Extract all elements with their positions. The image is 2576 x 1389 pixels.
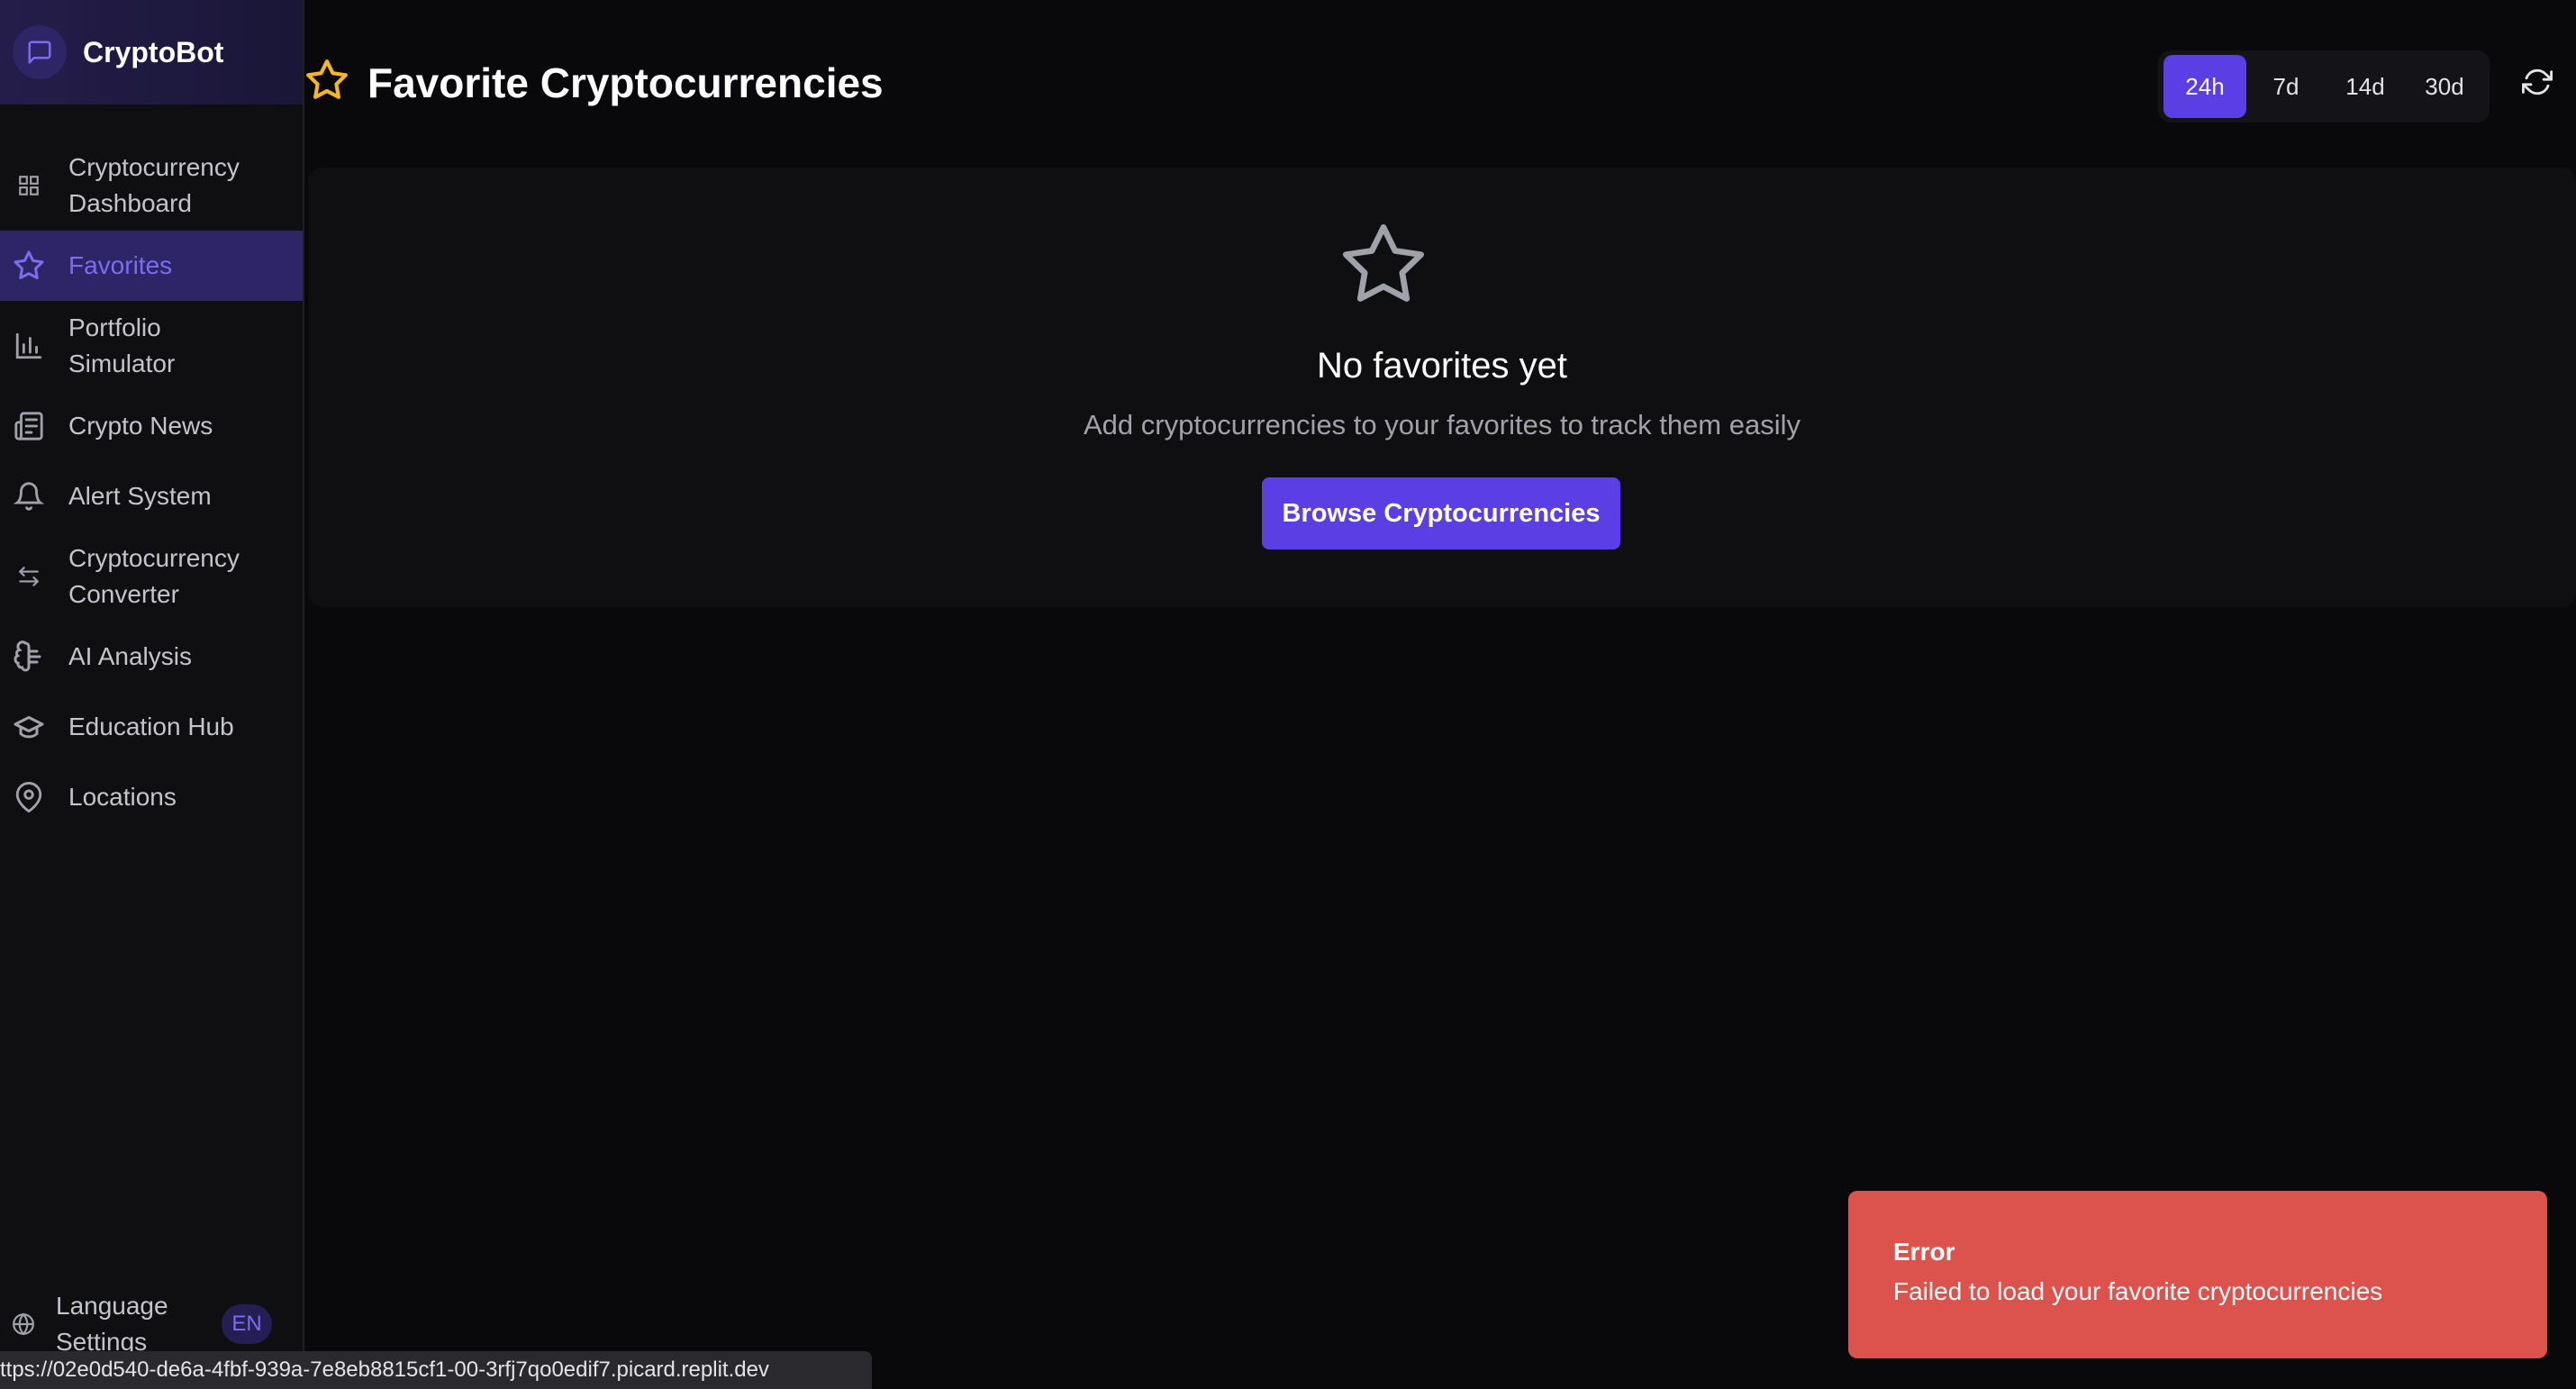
refresh-icon[interactable] [2522,67,2558,103]
page-title-text: Favorite Cryptocurrencies [367,59,884,106]
brain-icon [11,639,47,675]
sidebar-item-education[interactable]: Education Hub [0,692,303,762]
language-code-badge: EN [222,1304,272,1344]
favorites-empty-card: No favorites yet Add cryptocurrencies to… [308,168,2576,607]
timeframe-30d-button[interactable]: 30d [2405,55,2484,118]
sidebar-item-label: Crypto News [68,412,213,440]
map-pin-icon [11,779,47,815]
timeframe-24h-button[interactable]: 24h [2163,55,2246,118]
sidebar-item-favorites[interactable]: Favorites [0,231,303,301]
grid-icon [11,168,47,204]
brand-name: CryptoBot [83,35,224,68]
sidebar-nav: Cryptocurrency Dashboard Favorites Portf… [0,141,303,832]
sidebar-item-news[interactable]: Crypto News [0,391,303,461]
language-settings-label: Language Settings [56,1292,168,1356]
chat-bubble-icon [13,25,67,79]
sidebar-item-alerts[interactable]: Alert System [0,461,303,531]
empty-state-title: No favorites yet [1317,346,1567,386]
empty-state-subtitle: Add cryptocurrencies to your favorites t… [1084,409,1800,440]
app-root: CryptoBot Cryptocurrency Dashboard Favor… [0,0,2576,1389]
sidebar-item-label: Portfolio Simulator [68,313,176,377]
star-icon [11,248,47,284]
sidebar-item-label: Alert System [68,482,212,510]
sidebar-item-label: Cryptocurrency Dashboard [68,153,240,217]
sidebar-item-label: Favorites [68,251,173,279]
swap-arrows-icon [11,558,47,595]
sidebar-item-converter[interactable]: Cryptocurrency Converter [0,531,303,622]
sidebar-item-label: AI Analysis [68,642,192,670]
timeframe-7d-button[interactable]: 7d [2246,55,2326,118]
bar-chart-icon [11,328,47,364]
globe-icon [11,1312,36,1337]
sidebar-item-locations[interactable]: Locations [0,762,303,832]
star-icon [1338,220,1429,310]
graduation-cap-icon [11,709,47,745]
sidebar-item-portfolio[interactable]: Portfolio Simulator [0,301,303,391]
sidebar-item-label: Cryptocurrency Converter [68,544,240,608]
newspaper-icon [11,408,47,444]
link-preview-statusbar: ttps://02e0d540-de6a-4fbf-939a-7e8eb8815… [0,1351,872,1389]
timeframe-14d-button[interactable]: 14d [2326,55,2405,118]
sidebar: CryptoBot Cryptocurrency Dashboard Favor… [0,0,304,1389]
sidebar-item-label: Education Hub [68,713,234,740]
star-icon [304,58,349,107]
bell-icon [11,478,47,514]
sidebar-item-ai-analysis[interactable]: AI Analysis [0,622,303,692]
sidebar-item-label: Locations [68,783,177,811]
toast-title: Error [1893,1238,1955,1266]
timeframe-selector: 24h 7d 14d 30d [2158,50,2490,123]
sidebar-item-dashboard[interactable]: Cryptocurrency Dashboard [0,141,303,231]
brand-header[interactable]: CryptoBot [0,0,303,104]
browse-cryptocurrencies-button[interactable]: Browse Cryptocurrencies [1262,477,1620,549]
toast-message: Failed to load your favorite cryptocurre… [1893,1277,2383,1305]
error-toast[interactable]: Error Failed to load your favorite crypt… [1848,1191,2547,1358]
page-title: Favorite Cryptocurrencies [304,58,884,107]
